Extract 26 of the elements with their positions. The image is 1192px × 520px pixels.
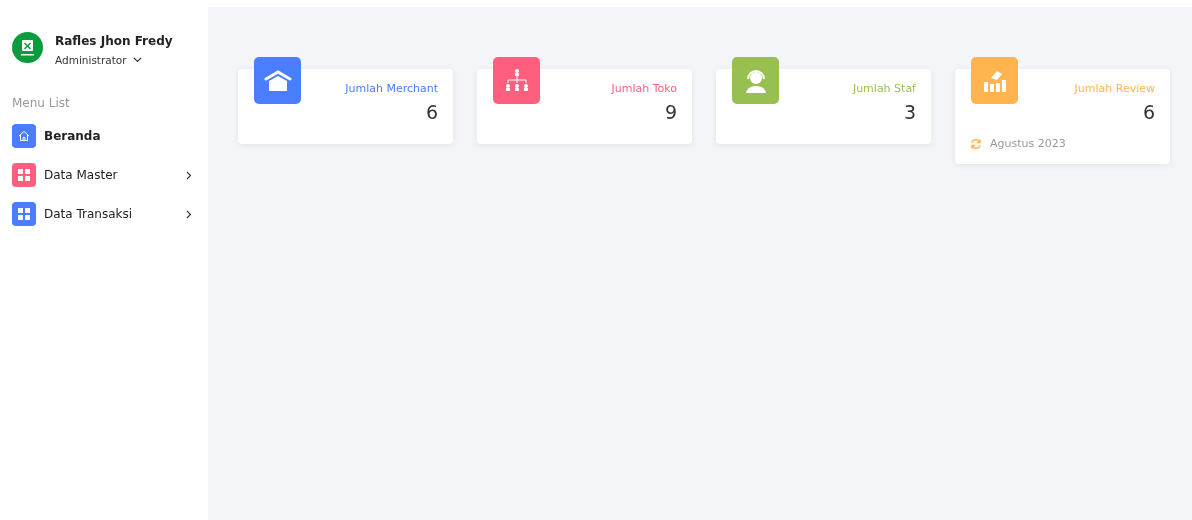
role-dropdown[interactable]: Administrator bbox=[55, 54, 142, 66]
stat-label: Jumlah Staf bbox=[851, 82, 916, 95]
period-text: Agustus 2023 bbox=[990, 137, 1066, 150]
house-icon bbox=[263, 68, 292, 93]
stat-value: 6 bbox=[1141, 101, 1155, 123]
menu-item[interactable]: Beranda bbox=[12, 124, 196, 148]
stat-label: Jumlah Review bbox=[1073, 82, 1155, 95]
menu-label: Data Master bbox=[44, 168, 119, 182]
grid-icon bbox=[18, 208, 30, 220]
stat-label: Jumlah Merchant bbox=[343, 82, 438, 95]
chevron-down-icon bbox=[132, 57, 142, 63]
hierarchy-icon bbox=[503, 67, 530, 94]
stat-value: 6 bbox=[424, 101, 438, 123]
logo bbox=[12, 32, 43, 63]
home-icon bbox=[18, 130, 30, 142]
stat-value: 9 bbox=[663, 101, 677, 123]
menu-heading: Menu List bbox=[12, 96, 71, 110]
menu-item[interactable]: Data Transaksi bbox=[12, 202, 196, 226]
menu-item[interactable]: Data Master bbox=[12, 163, 196, 187]
refresh-icon bbox=[970, 137, 982, 150]
menu-label: Data Transaksi bbox=[44, 207, 134, 221]
stat-value: 3 bbox=[902, 101, 916, 123]
grid-icon bbox=[18, 169, 30, 181]
user-name: Rafles Jhon Fredy bbox=[55, 34, 173, 48]
stat-label: Jumlah Toko bbox=[610, 82, 677, 95]
menu-label: Beranda bbox=[44, 129, 102, 143]
